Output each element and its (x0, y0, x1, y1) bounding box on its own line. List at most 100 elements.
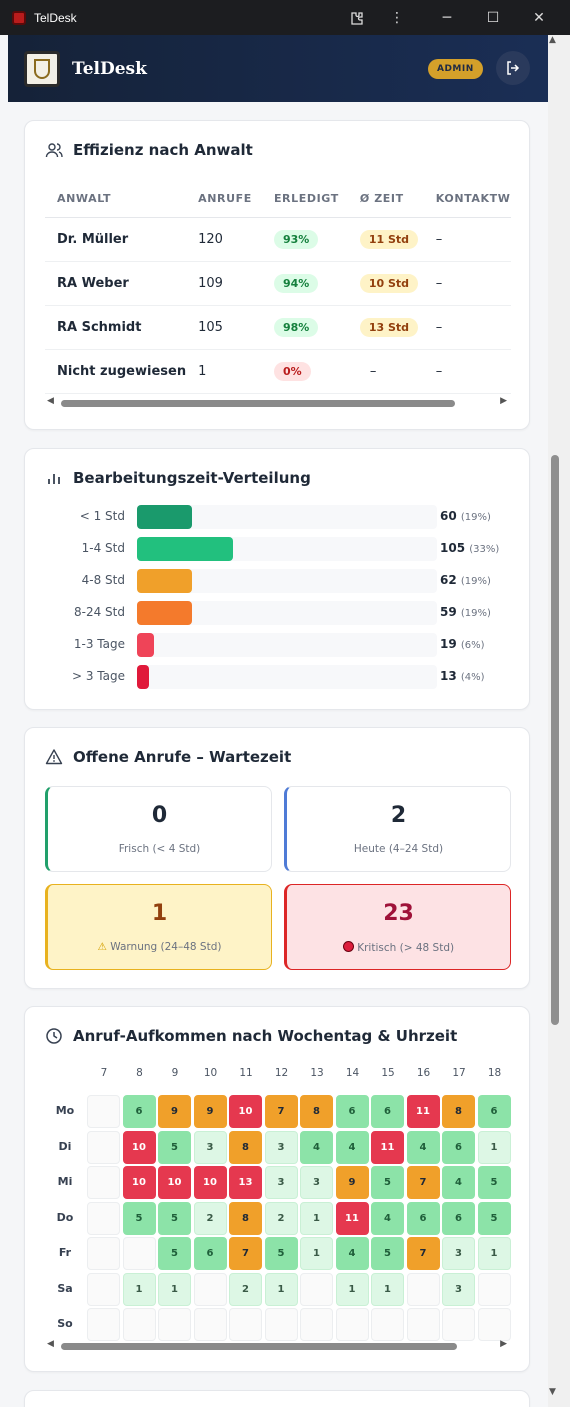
heatmap-cell[interactable]: 1 (335, 1272, 369, 1306)
scrollbar-thumb[interactable] (61, 400, 455, 407)
heatmap-cell[interactable]: 7 (406, 1237, 440, 1270)
heatmap-cell[interactable] (87, 1201, 120, 1235)
heatmap-cell[interactable]: 6 (193, 1237, 227, 1270)
scroll-left-icon[interactable]: ◀ (47, 1339, 54, 1349)
heatmap-cell[interactable]: 2 (229, 1272, 262, 1306)
heatmap-cell[interactable]: 5 (371, 1166, 404, 1199)
heatmap-cell[interactable]: 6 (122, 1095, 156, 1128)
heatmap-cell[interactable]: 10 (122, 1166, 156, 1199)
heatmap-cell[interactable]: 8 (229, 1201, 262, 1235)
table-row[interactable]: RA Weber 109 94% 10 Std – (45, 261, 511, 306)
heatmap-cell[interactable]: 9 (335, 1166, 369, 1199)
heatmap-cell[interactable]: 5 (122, 1201, 156, 1235)
heatmap-cell[interactable]: 4 (300, 1130, 333, 1164)
wait-tile[interactable]: 23 Kritisch (> 48 Std) (284, 884, 511, 970)
heatmap-cell[interactable]: 10 (229, 1095, 262, 1128)
heatmap-cell[interactable]: 4 (335, 1237, 369, 1270)
heatmap-cell[interactable]: 1 (371, 1272, 404, 1306)
heatmap-cell[interactable]: 6 (406, 1201, 440, 1235)
heatmap-cell[interactable] (229, 1308, 262, 1341)
heatmap-cell[interactable] (406, 1308, 440, 1341)
heatmap-cell[interactable]: 7 (264, 1095, 298, 1128)
table-row[interactable]: Nicht zugewiesen 1 0% – – (45, 349, 511, 394)
heatmap-cell[interactable]: 5 (477, 1166, 511, 1199)
heatmap-cell[interactable] (406, 1272, 440, 1306)
heatmap-cell[interactable]: 2 (264, 1201, 298, 1235)
heatmap-cell[interactable]: 1 (158, 1272, 191, 1306)
heatmap-cell[interactable]: 4 (442, 1166, 475, 1199)
heatmap-cell[interactable]: 3 (442, 1237, 475, 1270)
scrollbar-thumb[interactable] (551, 455, 559, 1025)
heatmap-cell[interactable]: 4 (371, 1201, 404, 1235)
heatmap-cell[interactable]: 6 (335, 1095, 369, 1128)
heatmap-cell[interactable] (442, 1308, 475, 1341)
heatmap-cell[interactable]: 1 (300, 1237, 333, 1270)
heatmap-cell[interactable]: 11 (371, 1130, 404, 1164)
heatmap-cell[interactable]: 8 (442, 1095, 475, 1128)
heatmap-cell[interactable] (158, 1308, 191, 1341)
heatmap-cell[interactable]: 13 (229, 1166, 262, 1199)
heatmap-cell[interactable]: 5 (477, 1201, 511, 1235)
heatmap-cell[interactable]: 6 (477, 1095, 511, 1128)
heatmap-cell[interactable] (371, 1308, 404, 1341)
heatmap-cell[interactable] (122, 1308, 156, 1341)
heatmap-cell[interactable] (300, 1272, 333, 1306)
heatmap-cell[interactable]: 3 (264, 1130, 298, 1164)
logout-button[interactable] (496, 51, 530, 85)
heatmap-cell[interactable]: 5 (158, 1237, 191, 1270)
heatmap-cell[interactable]: 1 (264, 1272, 298, 1306)
heatmap-cell[interactable]: 8 (300, 1095, 333, 1128)
heatmap-cell[interactable]: 10 (193, 1166, 227, 1199)
table-row[interactable]: Dr. Müller 120 93% 11 Std – (45, 217, 511, 262)
scroll-right-icon[interactable]: ▶ (500, 1339, 507, 1349)
heatmap-cell[interactable]: 7 (229, 1237, 262, 1270)
heatmap-cell[interactable]: 11 (335, 1201, 369, 1235)
heatmap-cell[interactable]: 4 (335, 1130, 369, 1164)
heatmap-cell[interactable] (87, 1308, 120, 1341)
heatmap-cell[interactable]: 6 (442, 1201, 475, 1235)
heatmap-cell[interactable]: 7 (406, 1166, 440, 1199)
table-row[interactable]: RA Schmidt 105 98% 13 Std – (45, 305, 511, 350)
heatmap-cell[interactable]: 1 (477, 1130, 511, 1164)
heatmap-cell[interactable] (193, 1308, 227, 1341)
heatmap-cell[interactable]: 6 (371, 1095, 404, 1128)
close-button[interactable]: ✕ (516, 0, 562, 35)
heatmap-cell[interactable]: 10 (122, 1130, 156, 1164)
scroll-right-icon[interactable]: ▶ (500, 396, 507, 406)
heatmap-cell[interactable]: 10 (158, 1166, 191, 1199)
vertical-scrollbar[interactable]: ▲ ▼ (548, 35, 570, 1407)
heatmap-cell[interactable] (477, 1272, 511, 1306)
scroll-up-icon[interactable]: ▲ (549, 35, 556, 45)
table-horizontal-scrollbar[interactable]: ◀ ▶ (45, 396, 511, 410)
heatmap-cell[interactable] (477, 1308, 511, 1341)
heatmap-cell[interactable]: 4 (406, 1130, 440, 1164)
heatmap-cell[interactable]: 1 (477, 1237, 511, 1270)
heatmap-cell[interactable]: 3 (264, 1166, 298, 1199)
heatmap-cell[interactable]: 9 (158, 1095, 191, 1128)
scroll-down-icon[interactable]: ▼ (549, 1387, 556, 1397)
heatmap-cell[interactable]: 2 (193, 1201, 227, 1235)
minimize-button[interactable]: ─ (424, 0, 470, 35)
heatmap-cell[interactable]: 3 (300, 1166, 333, 1199)
heatmap-cell[interactable] (87, 1166, 120, 1199)
heatmap-cell[interactable]: 6 (442, 1130, 475, 1164)
heatmap-cell[interactable] (87, 1130, 120, 1164)
wait-tile[interactable]: 1 ⚠ Warnung (24–48 Std) (45, 884, 272, 970)
heatmap-cell[interactable]: 5 (264, 1237, 298, 1270)
heatmap-cell[interactable]: 8 (229, 1130, 262, 1164)
heatmap-cell[interactable] (87, 1095, 120, 1128)
heatmap-cell[interactable]: 1 (300, 1201, 333, 1235)
wait-tile[interactable]: 0 Frisch (< 4 Std) (45, 786, 272, 872)
heatmap-cell[interactable]: 5 (158, 1130, 191, 1164)
heatmap-cell[interactable]: 11 (406, 1095, 440, 1128)
heatmap-cell[interactable]: 3 (442, 1272, 475, 1306)
heatmap-cell[interactable] (87, 1237, 120, 1270)
heatmap-cell[interactable]: 5 (158, 1201, 191, 1235)
heatmap-cell[interactable]: 1 (122, 1272, 156, 1306)
heatmap-horizontal-scrollbar[interactable]: ◀ ▶ (45, 1339, 511, 1353)
heatmap-cell[interactable]: 5 (371, 1237, 404, 1270)
wait-tile[interactable]: 2 Heute (4–24 Std) (284, 786, 511, 872)
maximize-button[interactable]: ☐ (470, 0, 516, 35)
heatmap-cell[interactable] (264, 1308, 298, 1341)
scroll-left-icon[interactable]: ◀ (47, 396, 54, 406)
